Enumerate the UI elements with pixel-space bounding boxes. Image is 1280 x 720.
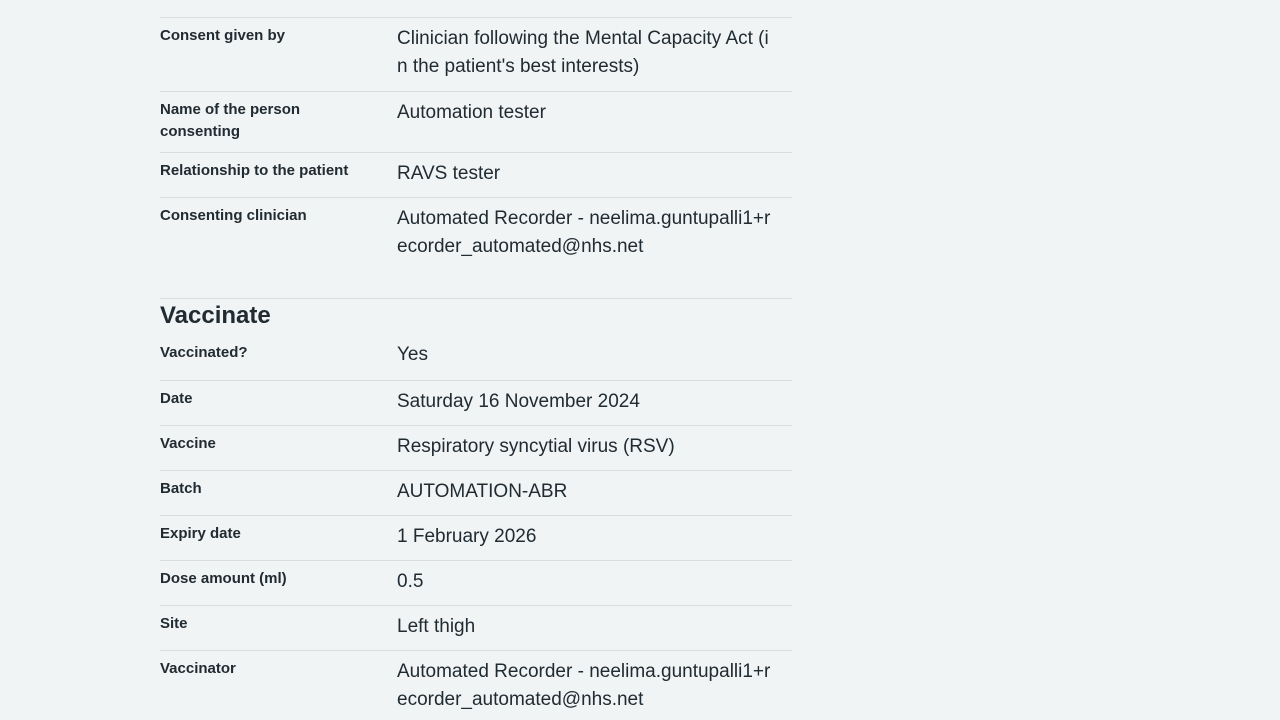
summary-row-vaccine: Vaccine Respiratory syncytial virus (RSV… [160,426,792,471]
summary-key: Dose amount (ml) [160,570,287,587]
summary-value: 1 February 2026 [397,526,537,547]
summary-row-consent-given-by: Consent given by Clinician following the… [160,18,792,92]
summary-value: Saturday 16 November 2024 [397,391,640,412]
summary-row-expiry-date: Expiry date 1 February 2026 [160,516,792,561]
summary-key: Consenting clinician [160,207,307,224]
summary-key: Relationship to the patient [160,162,349,179]
summary-row-dose-amount: Dose amount (ml) 0.5 [160,561,792,606]
summary-value: Automation tester [397,102,546,123]
summary-key: Name of the person consenting [160,101,301,140]
summary-value: RAVS tester [397,163,501,184]
summary-value: Yes [397,344,428,365]
summary-row-batch: Batch AUTOMATION-ABR [160,471,792,516]
summary-key: Vaccinated? [160,344,248,361]
summary-key: Vaccine [160,435,216,452]
summary-value: Left thigh [397,616,476,637]
summary-value: Automated Recorder - neelima.guntupalli1… [397,661,771,710]
summary-row-vaccinator: Vaccinator Automated Recorder - neelima.… [160,651,792,720]
summary-value: Respiratory syncytial virus (RSV) [397,436,675,457]
page: Consent given by Clinician following the… [0,0,1280,720]
summary-value: AUTOMATION-ABR [397,481,568,502]
summary-row-relationship: Relationship to the patient RAVS tester [160,153,792,198]
divider [160,0,792,18]
summary-row-consenting-clinician: Consenting clinician Automated Recorder … [160,198,792,299]
summary-row-site: Site Left thigh [160,606,792,651]
summary-value: Automated Recorder - neelima.guntupalli1… [397,208,771,257]
summary-row-date: Date Saturday 16 November 2024 [160,381,792,426]
summary-row-vaccinated: Vaccinated? Yes [160,333,792,381]
summary-row-name-of-person-consenting: Name of the person consenting Automation… [160,92,792,153]
summary-key: Batch [160,480,202,497]
consent-summary-list: Consent given by Clinician following the… [160,0,792,720]
summary-key: Consent given by [160,27,286,44]
summary-value: 0.5 [397,571,424,592]
summary-value: Clinician following the Mental Capacity … [397,28,769,77]
summary-key: Vaccinator [160,660,236,677]
section-heading-vaccinate: Vaccinate [160,302,271,329]
summary-key: Expiry date [160,525,241,542]
summary-key: Site [160,615,188,632]
summary-key: Date [160,390,193,407]
